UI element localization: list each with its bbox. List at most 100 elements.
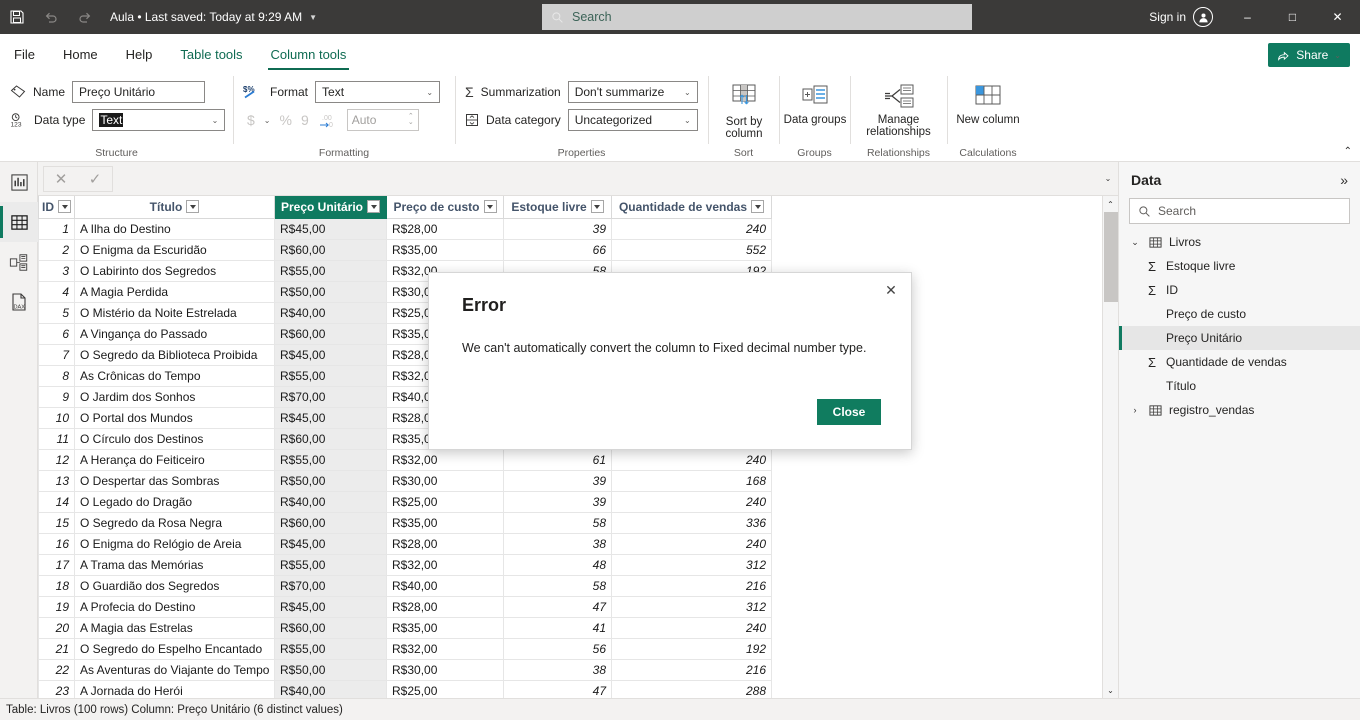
sidebar-item-dax-query-view[interactable]: DAX <box>0 282 38 322</box>
scrollbar-thumb[interactable] <box>1104 212 1118 302</box>
table-cell[interactable]: 10 <box>38 406 75 429</box>
column-header-quantidade-de-vendas[interactable]: Quantidade de vendas <box>611 196 772 219</box>
table-cell[interactable]: 240 <box>611 490 772 513</box>
dialog-close-icon[interactable]: ✕ <box>879 279 903 301</box>
table-cell[interactable]: 552 <box>611 238 772 261</box>
table-cell[interactable]: 48 <box>503 553 612 576</box>
data-pane-item-id[interactable]: Σ ID <box>1119 278 1360 302</box>
column-header-id[interactable]: ID <box>38 196 75 219</box>
sidebar-item-model-view[interactable] <box>0 242 38 282</box>
filter-dropdown-icon[interactable] <box>367 200 381 214</box>
chevron-down-icon[interactable]: ▼ <box>309 13 317 22</box>
table-cell[interactable]: R$60,00 <box>274 616 387 639</box>
table-cell[interactable]: 47 <box>503 595 612 618</box>
table-cell[interactable]: O Guardião dos Segredos <box>74 574 275 597</box>
data-pane-item-t-tulo[interactable]: Título <box>1119 374 1360 398</box>
table-cell[interactable]: 240 <box>611 217 772 240</box>
table-cell[interactable]: R$25,00 <box>386 490 504 513</box>
scroll-up-arrow-icon[interactable]: ⌃ <box>1103 196 1118 212</box>
table-cell[interactable]: O Despertar das Sombras <box>74 469 275 492</box>
table-cell[interactable]: 1 <box>38 217 75 240</box>
table-cell[interactable]: 39 <box>503 469 612 492</box>
table-cell[interactable]: R$55,00 <box>274 637 387 660</box>
table-cell[interactable]: 38 <box>503 532 612 555</box>
table-cell[interactable]: R$35,00 <box>386 511 504 534</box>
tab-column-tools[interactable]: Column tools <box>257 38 361 70</box>
table-cell[interactable]: 58 <box>503 511 612 534</box>
data-pane-search-input[interactable]: Search <box>1129 198 1350 224</box>
new-column-button[interactable]: New column <box>947 78 1029 152</box>
table-cell[interactable]: 216 <box>611 574 772 597</box>
table-cell[interactable]: R$45,00 <box>274 532 387 555</box>
table-row[interactable]: 15 O Segredo da Rosa Negra R$60,00 R$35,00 5… <box>38 511 1102 534</box>
table-row[interactable]: 2O Enigma da Escuridão R$60,00 R$35,00 66 55… <box>38 238 1102 261</box>
table-cell[interactable]: 47 <box>503 679 612 698</box>
table-cell[interactable]: R$30,00 <box>386 469 504 492</box>
table-cell[interactable]: R$55,00 <box>274 448 387 471</box>
table-cell[interactable]: O Segredo da Biblioteca Proibida <box>74 343 275 366</box>
decimal-auto-spinner[interactable]: Auto ⌃ ⌄ <box>346 109 419 131</box>
table-cell[interactable]: R$55,00 <box>274 364 387 387</box>
save-icon[interactable] <box>0 0 34 34</box>
undo-icon[interactable] <box>34 0 68 34</box>
table-cell[interactable]: O Enigma do Relógio de Areia <box>74 532 275 555</box>
tab-file[interactable]: File <box>0 38 49 70</box>
table-cell[interactable]: 56 <box>503 637 612 660</box>
table-cell[interactable]: 192 <box>611 637 772 660</box>
dialog-close-button[interactable]: Close <box>817 399 881 425</box>
table-cell[interactable]: R$32,00 <box>386 448 504 471</box>
collapse-ribbon-button[interactable]: ⌃ <box>1344 146 1352 157</box>
column-header-estoque-livre[interactable]: Estoque livre <box>503 196 612 219</box>
vertical-scrollbar[interactable]: ⌃ ⌄ <box>1102 196 1118 698</box>
sign-in-button[interactable]: Sign in <box>1149 10 1186 24</box>
scroll-down-arrow-icon[interactable]: ⌄ <box>1103 682 1118 698</box>
table-cell[interactable]: A Magia das Estrelas <box>74 616 275 639</box>
summarization-select[interactable]: Don't summarize ⌄ <box>567 81 698 103</box>
table-cell[interactable]: R$35,00 <box>386 616 504 639</box>
table-cell[interactable]: R$50,00 <box>274 280 387 303</box>
filter-dropdown-icon[interactable] <box>751 200 765 214</box>
table-cell[interactable]: A Herança do Feiticeiro <box>74 448 275 471</box>
spinner-arrows-icon[interactable]: ⌃ ⌄ <box>408 113 414 126</box>
table-cell[interactable]: 216 <box>611 658 772 681</box>
filter-dropdown-icon[interactable] <box>483 200 497 214</box>
table-cell[interactable]: O Labirinto dos Segredos <box>74 259 275 282</box>
table-cell[interactable]: 4 <box>38 280 75 303</box>
table-cell[interactable]: R$40,00 <box>274 490 387 513</box>
table-row[interactable]: 13 O Despertar das Sombras R$50,00 R$30,00 3… <box>38 469 1102 492</box>
table-cell[interactable]: 41 <box>503 616 612 639</box>
table-cell[interactable]: R$60,00 <box>274 238 387 261</box>
data-pane-item-quantidade-de-vendas[interactable]: Σ Quantidade de vendas <box>1119 350 1360 374</box>
data-groups-button[interactable]: Data groups <box>779 78 851 152</box>
filter-dropdown-icon[interactable] <box>590 200 604 214</box>
data-pane-item-pre-o-unit-rio[interactable]: Preço Unitário <box>1119 326 1360 350</box>
data-pane-item-pre-o-de-custo[interactable]: Preço de custo <box>1119 302 1360 326</box>
table-row[interactable]: 20 A Magia das Estrelas R$60,00 R$35,00 41 24… <box>38 616 1102 639</box>
avatar[interactable] <box>1193 7 1213 27</box>
table-cell[interactable]: 39 <box>503 490 612 513</box>
decimal-places-icon[interactable]: .00 0 <box>318 113 336 128</box>
accept-formula-icon[interactable]: ✓ <box>89 170 102 188</box>
table-cell[interactable]: 240 <box>611 616 772 639</box>
table-cell[interactable]: R$40,00 <box>274 679 387 698</box>
table-cell[interactable]: R$55,00 <box>274 259 387 282</box>
redo-icon[interactable] <box>68 0 102 34</box>
table-cell[interactable]: R$30,00 <box>386 658 504 681</box>
chevron-down-icon[interactable]: ⌄ <box>1129 237 1141 248</box>
expand-pane-icon[interactable]: » <box>1340 172 1348 188</box>
tab-help[interactable]: Help <box>112 38 167 70</box>
table-cell[interactable]: 20 <box>38 616 75 639</box>
table-cell[interactable]: R$40,00 <box>386 574 504 597</box>
table-cell[interactable]: 8 <box>38 364 75 387</box>
table-cell[interactable]: A Magia Perdida <box>74 280 275 303</box>
table-cell[interactable]: 17 <box>38 553 75 576</box>
column-header-preco-de-custo[interactable]: Preço de custo <box>386 196 504 219</box>
table-cell[interactable]: 66 <box>503 238 612 261</box>
minimize-button[interactable]: – <box>1225 0 1270 34</box>
data-pane-item-registro-vendas[interactable]: › registro_vendas <box>1119 398 1360 422</box>
table-cell[interactable]: R$28,00 <box>386 217 504 240</box>
table-cell[interactable]: 22 <box>38 658 75 681</box>
cancel-formula-icon[interactable]: ✕ <box>55 170 68 188</box>
table-cell[interactable]: 58 <box>503 574 612 597</box>
table-cell[interactable]: R$45,00 <box>274 595 387 618</box>
